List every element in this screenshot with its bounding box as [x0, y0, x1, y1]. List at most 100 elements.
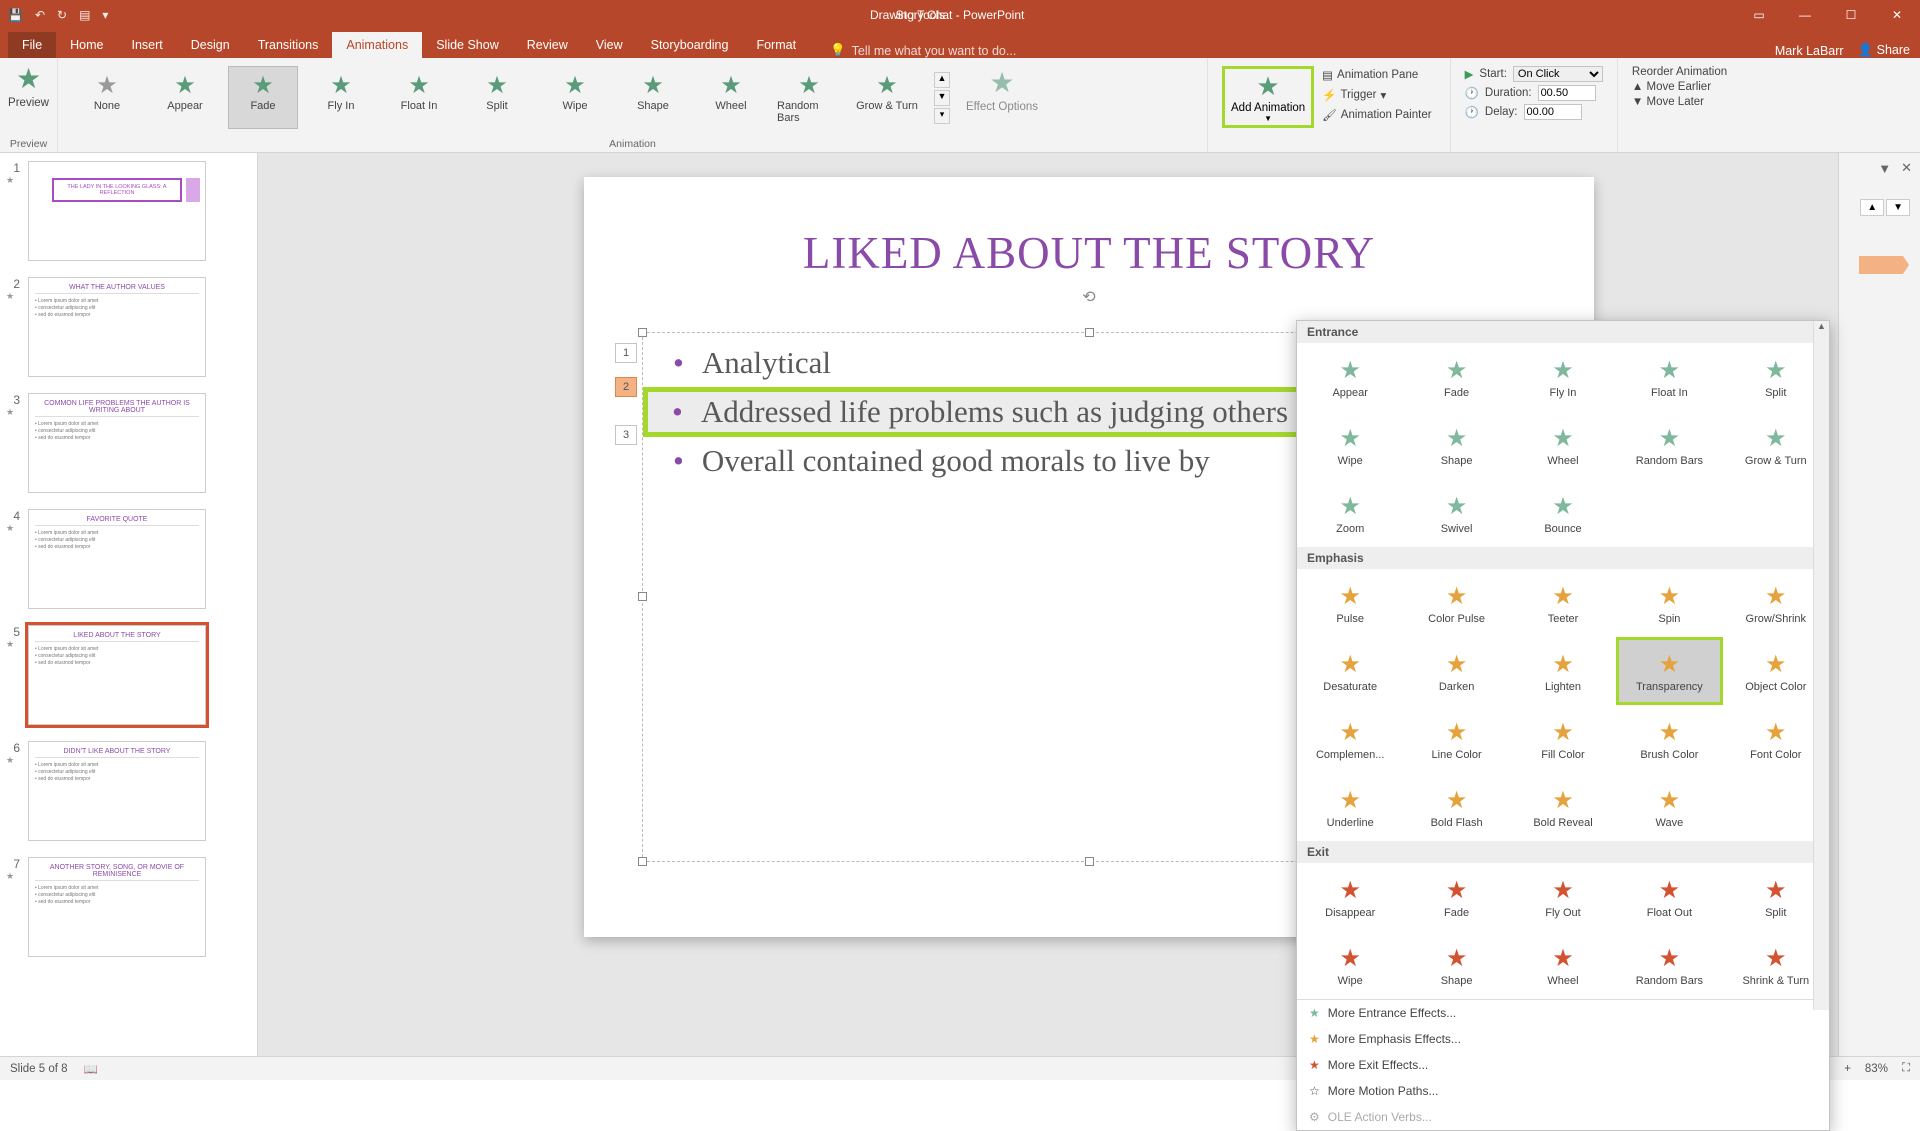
gallery-item-wipe[interactable]: ★Wipe [1297, 411, 1403, 479]
add-animation-button[interactable]: ★ Add Animation ▼ [1222, 66, 1314, 128]
gallery-up-icon[interactable]: ▲ [934, 72, 950, 88]
spellcheck-icon[interactable]: 📖 [84, 1062, 98, 1076]
move-up-icon[interactable]: ▲ [1860, 199, 1884, 216]
gallery-scrollbar[interactable]: ▲ [1813, 321, 1829, 1010]
start-select[interactable]: On Click [1513, 66, 1603, 82]
tell-me-search[interactable]: 💡 Tell me what you want to do... [830, 43, 1016, 58]
ribbon-display-icon[interactable]: ▭ [1736, 0, 1782, 30]
gallery-item-wipe[interactable]: ★Wipe [1297, 931, 1403, 999]
fit-to-window-icon[interactable]: ⛶ [1902, 1062, 1910, 1075]
resize-handle[interactable] [1085, 857, 1094, 866]
gallery-item-underline[interactable]: ★Underline [1297, 773, 1403, 841]
gallery-item-fly-out[interactable]: ★Fly Out [1510, 863, 1616, 931]
more-entrance-effects[interactable]: ★More Entrance Effects... [1297, 1000, 1829, 1026]
gallery-item-bounce[interactable]: ★Bounce [1510, 479, 1616, 547]
gallery-item-spin[interactable]: ★Spin [1616, 569, 1722, 637]
zoom-level[interactable]: 83% [1865, 1063, 1888, 1075]
tab-file[interactable]: File [8, 32, 56, 58]
minimize-icon[interactable]: — [1782, 0, 1828, 30]
thumbnail-row[interactable]: 6★ DIDN'T LIKE ABOUT THE STORY• Lorem ip… [0, 733, 257, 849]
anim-fade[interactable]: ★Fade [228, 66, 298, 129]
delay-input[interactable] [1524, 104, 1582, 120]
tab-design[interactable]: Design [177, 32, 244, 58]
user-name[interactable]: Mark LaBarr [1775, 44, 1844, 58]
resize-handle[interactable] [638, 328, 647, 337]
tab-insert[interactable]: Insert [118, 32, 177, 58]
redo-icon[interactable]: ↻ [57, 8, 67, 22]
tab-animations[interactable]: Animations [332, 32, 422, 58]
gallery-item-swivel[interactable]: ★Swivel [1403, 479, 1509, 547]
zoom-in-icon[interactable]: + [1844, 1063, 1851, 1075]
thumbnail[interactable]: FAVORITE QUOTE• Lorem ipsum dolor sit am… [28, 509, 206, 609]
gallery-item-desaturate[interactable]: ★Desaturate [1297, 637, 1403, 705]
move-down-icon[interactable]: ▼ [1886, 199, 1910, 216]
tab-home[interactable]: Home [56, 32, 117, 58]
anim-split[interactable]: ★Split [462, 66, 532, 129]
undo-icon[interactable]: ↶ [35, 8, 45, 22]
thumbnail[interactable]: WHAT THE AUTHOR VALUES• Lorem ipsum dolo… [28, 277, 206, 377]
share-button[interactable]: 👤 Share [1858, 43, 1910, 58]
gallery-item-wheel[interactable]: ★Wheel [1510, 931, 1616, 999]
move-earlier-button[interactable]: ▲ Move Earlier [1632, 81, 1727, 93]
close-icon[interactable]: ✕ [1874, 0, 1920, 30]
thumbnail[interactable]: DIDN'T LIKE ABOUT THE STORY• Lorem ipsum… [28, 741, 206, 841]
gallery-item-wheel[interactable]: ★Wheel [1510, 411, 1616, 479]
thumbnail-row[interactable]: 3★ COMMON LIFE PROBLEMS THE AUTHOR IS WR… [0, 385, 257, 501]
gallery-item-teeter[interactable]: ★Teeter [1510, 569, 1616, 637]
animation-tag[interactable]: 1 [615, 343, 637, 363]
gallery-item-random-bars[interactable]: ★Random Bars [1616, 411, 1722, 479]
trigger-button[interactable]: ⚡Trigger ▾ [1318, 86, 1435, 104]
tab-format[interactable]: Format [742, 32, 810, 58]
gallery-item-fly-in[interactable]: ★Fly In [1510, 343, 1616, 411]
thumbnail-row[interactable]: 1★ THE LADY IN THE LOOKING GLASS: A REFL… [0, 153, 257, 269]
gallery-item-line-color[interactable]: ★Line Color [1403, 705, 1509, 773]
anim-randombars[interactable]: ★Random Bars [774, 66, 844, 129]
anim-none[interactable]: ★None [72, 66, 142, 129]
gallery-item-fade[interactable]: ★Fade [1403, 863, 1509, 931]
gallery-more-icon[interactable]: ▾ [934, 108, 950, 124]
thumbnail-row[interactable]: 5★ LIKED ABOUT THE STORY• Lorem ipsum do… [0, 617, 257, 733]
thumbnail[interactable]: ANOTHER STORY, SONG, OR MOVIE OF REMINIS… [28, 857, 206, 957]
anim-pane-item-marker[interactable] [1859, 256, 1909, 274]
gallery-item-darken[interactable]: ★Darken [1403, 637, 1509, 705]
anim-floatin[interactable]: ★Float In [384, 66, 454, 129]
rotate-handle-icon[interactable]: ⟲ [1082, 287, 1095, 307]
more-exit-effects[interactable]: ★More Exit Effects... [1297, 1052, 1829, 1078]
animation-tag[interactable]: 2 [615, 377, 637, 397]
anim-flyin[interactable]: ★Fly In [306, 66, 376, 129]
gallery-item-complemen-[interactable]: ★Complemen... [1297, 705, 1403, 773]
anim-wheel[interactable]: ★Wheel [696, 66, 766, 129]
tab-transitions[interactable]: Transitions [244, 32, 333, 58]
pane-close-icon[interactable]: ✕ [1901, 160, 1912, 176]
resize-handle[interactable] [1085, 328, 1094, 337]
preview-button[interactable]: ★ Preview [8, 62, 49, 109]
pane-dropdown-icon[interactable]: ▼ [1878, 161, 1891, 176]
maximize-icon[interactable]: ☐ [1828, 0, 1874, 30]
gallery-item-wave[interactable]: ★Wave [1616, 773, 1722, 841]
more-emphasis-effects[interactable]: ★More Emphasis Effects... [1297, 1026, 1829, 1052]
gallery-item-brush-color[interactable]: ★Brush Color [1616, 705, 1722, 773]
gallery-item-zoom[interactable]: ★Zoom [1297, 479, 1403, 547]
thumbnail-row[interactable]: 7★ ANOTHER STORY, SONG, OR MOVIE OF REMI… [0, 849, 257, 965]
anim-appear[interactable]: ★Appear [150, 66, 220, 129]
qat-more-icon[interactable]: ▾ [102, 8, 108, 22]
more-motion-paths[interactable]: ☆More Motion Paths... [1297, 1078, 1829, 1104]
scroll-up-icon[interactable]: ▲ [1814, 321, 1829, 337]
save-icon[interactable]: 💾 [8, 8, 23, 22]
tab-review[interactable]: Review [513, 32, 582, 58]
gallery-item-appear[interactable]: ★Appear [1297, 343, 1403, 411]
tab-slideshow[interactable]: Slide Show [422, 32, 513, 58]
gallery-item-disappear[interactable]: ★Disappear [1297, 863, 1403, 931]
gallery-item-lighten[interactable]: ★Lighten [1510, 637, 1616, 705]
gallery-item-pulse[interactable]: ★Pulse [1297, 569, 1403, 637]
thumbnail-row[interactable]: 2★ WHAT THE AUTHOR VALUES• Lorem ipsum d… [0, 269, 257, 385]
animation-pane-button[interactable]: ▤Animation Pane [1318, 66, 1435, 84]
gallery-item-float-in[interactable]: ★Float In [1616, 343, 1722, 411]
gallery-item-bold-flash[interactable]: ★Bold Flash [1403, 773, 1509, 841]
anim-growturn[interactable]: ★Grow & Turn [852, 66, 922, 129]
gallery-item-fade[interactable]: ★Fade [1403, 343, 1509, 411]
gallery-item-shape[interactable]: ★Shape [1403, 411, 1509, 479]
start-from-beginning-icon[interactable]: ▤ [79, 8, 90, 22]
anim-wipe[interactable]: ★Wipe [540, 66, 610, 129]
gallery-item-bold-reveal[interactable]: ★Bold Reveal [1510, 773, 1616, 841]
